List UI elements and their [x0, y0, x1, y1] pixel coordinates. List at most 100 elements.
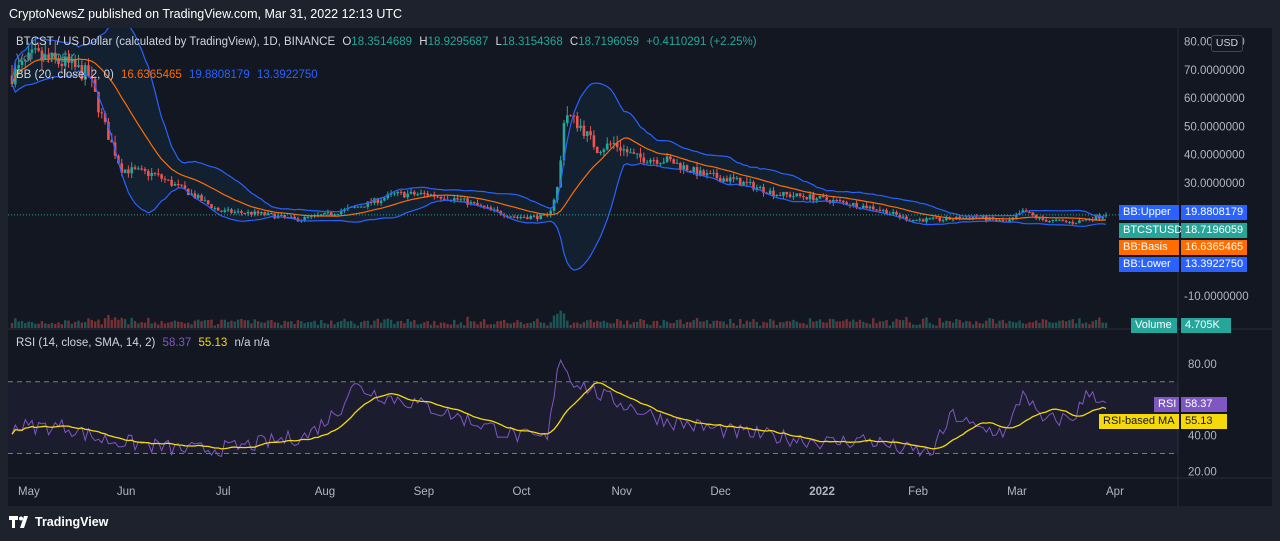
volume-bar-243 [818, 319, 822, 328]
volume-bar-111 [379, 322, 383, 328]
candle-body-38 [137, 168, 140, 170]
time-tick-label-7: Dec [710, 486, 731, 498]
bb-legend[interactable]: BB (20, close, 2, 0) 16.6365465 19.88081… [16, 69, 322, 81]
candle-body-316 [1061, 219, 1065, 221]
candle-body-168 [569, 115, 572, 117]
volume-bar-168 [569, 324, 572, 328]
volume-bar-107 [366, 320, 369, 328]
volume-bar-325 [1091, 321, 1094, 328]
volume-bar-259 [872, 318, 875, 328]
volume-bar-79 [273, 322, 276, 328]
volume-bar-65 [226, 322, 230, 328]
candle-body-279 [938, 217, 942, 221]
footer-brand[interactable]: TradingView [9, 515, 108, 529]
volume-bar-285 [958, 319, 961, 328]
volume-bar-147 [499, 320, 503, 328]
volume-bar-47 [167, 322, 170, 328]
volume-bar-185 [625, 320, 629, 328]
volume-bar-310 [1041, 319, 1045, 328]
candle-body-256 [861, 205, 865, 209]
candle-body-201 [679, 162, 682, 170]
volume-bar-34 [123, 319, 127, 328]
volume-bar-35 [127, 324, 130, 328]
volume-bar-260 [875, 323, 878, 328]
candle-body-167 [566, 115, 569, 124]
volume-bar-99 [339, 320, 343, 328]
candle-body-183 [619, 147, 622, 151]
volume-bar-251 [845, 319, 848, 328]
volume-bar-70 [243, 320, 246, 328]
volume-bar-131 [446, 323, 449, 328]
volume-bar-0 [10, 322, 14, 328]
volume-bar-199 [672, 323, 675, 328]
volume-bar-177 [599, 321, 602, 328]
candle-body-241 [812, 194, 815, 201]
ohlc-close: C18.7196059 [569, 36, 639, 48]
time-tick-label-3: Aug [315, 486, 335, 498]
volume-bar-263 [885, 319, 888, 328]
volume-bar-22 [83, 322, 87, 328]
volume-legend[interactable]: Vol 4.705K [16, 53, 80, 65]
candle-body-209 [705, 173, 709, 176]
candle-body-248 [835, 200, 838, 202]
candle-body-239 [805, 197, 809, 200]
candle-body-268 [901, 216, 905, 218]
volume-bar-77 [266, 320, 270, 328]
volume-bar-317 [1064, 321, 1068, 328]
candle-body-94 [323, 212, 326, 215]
volume-bar-72 [250, 323, 253, 328]
volume-bar-213 [719, 321, 722, 328]
volume-bar-40 [143, 322, 147, 328]
volume-bar-172 [582, 322, 586, 328]
candle-body-258 [868, 206, 872, 209]
candle-body-315 [1058, 219, 1061, 221]
candle-body-72 [250, 212, 253, 215]
candle-body-34 [123, 169, 127, 173]
candle-body-176 [595, 146, 599, 154]
candle-body-212 [715, 172, 719, 178]
volume-bar-200 [675, 320, 679, 328]
rsi-tick-label-1: 40.00 [1188, 431, 1217, 443]
volume-bar-119 [406, 318, 409, 328]
candle-body-306 [1028, 212, 1031, 214]
symbol-legend[interactable]: BTCST / US Dollar (calculated by Trading… [16, 36, 761, 48]
rsi-tick-label-0: 80.00 [1188, 359, 1217, 371]
candle-body-314 [1054, 219, 1058, 221]
currency-badge[interactable]: USD [1211, 35, 1243, 52]
candle-body-196 [662, 162, 666, 164]
volume-bar-176 [596, 320, 599, 328]
volume-bar-66 [230, 320, 233, 328]
volume-bar-192 [649, 325, 652, 328]
volume-bar-261 [878, 321, 882, 328]
chart-area[interactable]: 80.000000070.000000060.000000050.0000000… [8, 28, 1272, 506]
volume-bar-121 [413, 320, 416, 328]
candle-body-185 [625, 149, 629, 153]
bb-basis-value: 16.6365465 [121, 69, 182, 81]
candle-body-199 [672, 159, 676, 164]
volume-bar-7 [34, 323, 37, 328]
bb-lower-value: 13.3922750 [256, 69, 318, 81]
symbol-title[interactable]: BTCST / US Dollar (calculated by Trading… [16, 36, 335, 48]
volume-bar-45 [160, 320, 163, 328]
volume-bar-59 [206, 320, 210, 328]
rsi-band-fill [8, 381, 1178, 454]
candle-body-51 [180, 184, 183, 186]
rsi-legend[interactable]: RSI (14, close, SMA, 14, 2) 58.37 55.13 … [16, 337, 274, 349]
candle-body-151 [512, 216, 516, 218]
volume-bar-139 [473, 321, 476, 328]
volume-bar-46 [163, 323, 167, 328]
candle-body-95 [326, 212, 330, 214]
volume-bar-33 [120, 317, 123, 328]
volume-bar-135 [459, 322, 463, 328]
candle-body-173 [585, 131, 589, 136]
candle-body-136 [462, 198, 466, 200]
candle-body-2 [17, 65, 20, 69]
volume-bar-219 [739, 319, 742, 328]
volume-bar-264 [888, 325, 892, 328]
volume-bar-153 [519, 321, 522, 328]
time-tick-label-1: Jun [117, 486, 136, 498]
chart-canvas[interactable]: 80.000000070.000000060.000000050.0000000… [8, 28, 1272, 506]
candle-body-319 [1071, 221, 1075, 224]
volume-bar-306 [1028, 322, 1031, 328]
candle-body-278 [935, 217, 938, 219]
